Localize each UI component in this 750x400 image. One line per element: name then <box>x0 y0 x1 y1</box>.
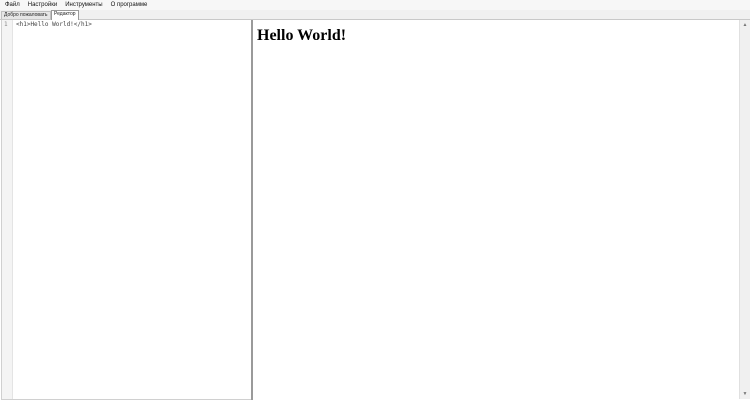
code-editor[interactable]: 1 <h1>Hello World!</h1> <box>1 20 253 400</box>
tab-editor[interactable]: Редактор <box>51 10 79 20</box>
menu-settings[interactable]: Настройки <box>24 0 61 10</box>
chevron-up-icon[interactable]: ▲ <box>742 22 748 28</box>
line-number-gutter: 1 <box>2 20 13 399</box>
tab-welcome[interactable]: Добро пожаловать <box>1 11 51 19</box>
code-line[interactable]: <h1>Hello World!</h1> <box>16 21 92 28</box>
menu-about[interactable]: О программе <box>107 0 152 10</box>
vertical-scrollbar[interactable]: ▲ ▼ <box>739 20 750 399</box>
tab-bar: Добро пожаловать Редактор <box>0 10 750 20</box>
work-area: 1 <h1>Hello World!</h1> Hello World! ▲ ▼ <box>0 20 750 400</box>
menu-bar: Файл Настройки Инструменты О программе <box>0 0 750 10</box>
html-preview: Hello World! <box>253 20 738 399</box>
line-number: 1 <box>4 21 8 28</box>
menu-file[interactable]: Файл <box>0 0 24 10</box>
menu-tools[interactable]: Инструменты <box>61 0 106 10</box>
chevron-down-icon[interactable]: ▼ <box>742 391 748 397</box>
preview-heading: Hello World! <box>257 27 347 44</box>
